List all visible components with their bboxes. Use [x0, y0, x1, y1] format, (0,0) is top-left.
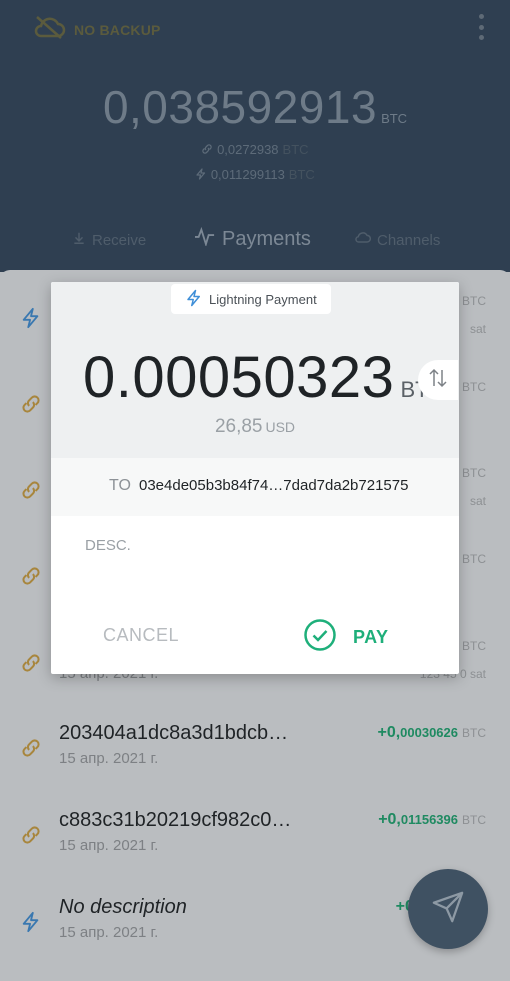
fiat-unit: USD — [265, 419, 296, 435]
lightning-balance-value: 0,011299113 — [210, 167, 285, 182]
tx-sat: sat — [469, 322, 486, 336]
bolt-icon — [20, 911, 42, 933]
recipient-pubkey[interactable]: 03e4de05b3b84f74…7dad7da2b721575 — [139, 477, 408, 494]
tx-sat-suffix: sat — [469, 667, 486, 681]
tab-payments-label: Payments — [222, 227, 311, 250]
to-label: TO — [109, 477, 131, 494]
payment-amount-value: 0.00050323 — [83, 345, 395, 410]
fiat-amount: 26,85 USD — [51, 416, 459, 438]
description-field[interactable]: DESC. — [85, 537, 131, 554]
balance-value: 0,038592913 — [102, 81, 378, 133]
tab-payments[interactable]: Payments — [194, 226, 311, 252]
pay-button-label: PAY — [353, 627, 389, 647]
swap-units-button[interactable] — [418, 360, 458, 400]
activity-icon — [194, 226, 216, 252]
tx-amount-prefix: +0, — [378, 811, 401, 828]
tx-amount-unit: BTC — [462, 813, 486, 827]
tx-title: No description — [59, 896, 187, 918]
dialog-title: Lightning Payment — [171, 284, 331, 314]
tx-amount: +0,01156396 BTC — [378, 811, 486, 829]
tx-amount-unit: BTC — [462, 726, 486, 740]
swap-vertical-icon — [428, 367, 448, 394]
tx-amount-unit: BTC — [462, 466, 486, 480]
main-tabs: Receive Payments Channels — [0, 226, 510, 256]
onchain-balance: 0,0272938 BTC — [0, 142, 510, 157]
link-icon — [20, 824, 42, 846]
tx-amount-unit: BTC — [462, 552, 486, 566]
backup-status[interactable]: NO BACKUP — [32, 14, 161, 45]
bolt-icon — [185, 289, 203, 310]
list-item[interactable]: 203404a1dc8a3d1bdcb… 15 апр. 2021 г. +0,… — [0, 710, 510, 798]
tab-receive-label: Receive — [92, 231, 147, 249]
check-circle-icon — [303, 618, 337, 657]
recipient-row: TO 03e4de05b3b84f74…7dad7da2b721575 — [51, 458, 459, 516]
payment-dialog: Lightning Payment 0.00050323 BTC 26,85US… — [51, 282, 459, 674]
link-icon — [201, 142, 217, 157]
tx-date: 15 апр. 2021 г. — [59, 924, 159, 941]
tx-amount-unit: BTC — [462, 639, 486, 653]
tab-channels[interactable]: Channels — [355, 231, 440, 249]
payment-amount: 0.00050323 BTC — [83, 344, 444, 411]
tab-channels-label: Channels — [377, 231, 441, 249]
dialog-title-label: Lightning Payment — [209, 291, 317, 307]
tx-amount-rest: 01156396 — [400, 812, 458, 827]
tx-amount-unit: BTC — [462, 380, 486, 394]
tx-amount-unit: BTC — [462, 294, 486, 308]
tx-amount-rest: 00030626 — [400, 725, 458, 740]
link-icon — [20, 479, 42, 501]
tx-title: 203404a1dc8a3d1bdcb… — [59, 722, 289, 744]
onchain-balance-value: 0,0272938 — [217, 142, 279, 157]
link-icon — [20, 565, 42, 587]
tx-amount: +0,00030626 BTC — [377, 724, 486, 742]
tx-sat: sat — [469, 494, 486, 508]
onchain-unit: BTC — [282, 142, 309, 157]
send-icon — [431, 890, 465, 929]
tx-amount-prefix: +0, — [377, 724, 401, 741]
lightning-balance: 0,011299113 BTC — [0, 167, 510, 182]
link-icon — [20, 652, 42, 674]
cloud-off-icon — [32, 14, 66, 45]
balance-unit: BTC — [381, 111, 408, 126]
bolt-icon — [20, 307, 42, 329]
fiat-amount-value: 26,85 — [214, 416, 263, 437]
tx-date: 15 апр. 2021 г. — [59, 750, 159, 767]
wallet-header: NO BACKUP 0,038592913 BTC 0,0272938 BTC 0,… — [0, 0, 510, 272]
send-button[interactable] — [408, 869, 488, 949]
pay-button[interactable]: PAY — [303, 618, 389, 657]
channels-icon — [355, 231, 371, 249]
total-balance: 0,038592913 BTC — [0, 80, 510, 134]
tx-title: c883c31b20219cf982c0… — [59, 809, 292, 831]
tx-date: 15 апр. 2021 г. — [59, 837, 159, 854]
backup-label: NO BACKUP — [74, 21, 161, 38]
cancel-button[interactable]: CANCEL — [103, 625, 179, 646]
bolt-icon — [195, 167, 211, 182]
receive-icon — [72, 231, 86, 249]
more-vert-icon[interactable] — [476, 14, 486, 40]
link-icon — [20, 737, 42, 759]
link-icon — [20, 393, 42, 415]
tab-receive[interactable]: Receive — [72, 231, 146, 249]
lightning-unit: BTC — [288, 167, 315, 182]
